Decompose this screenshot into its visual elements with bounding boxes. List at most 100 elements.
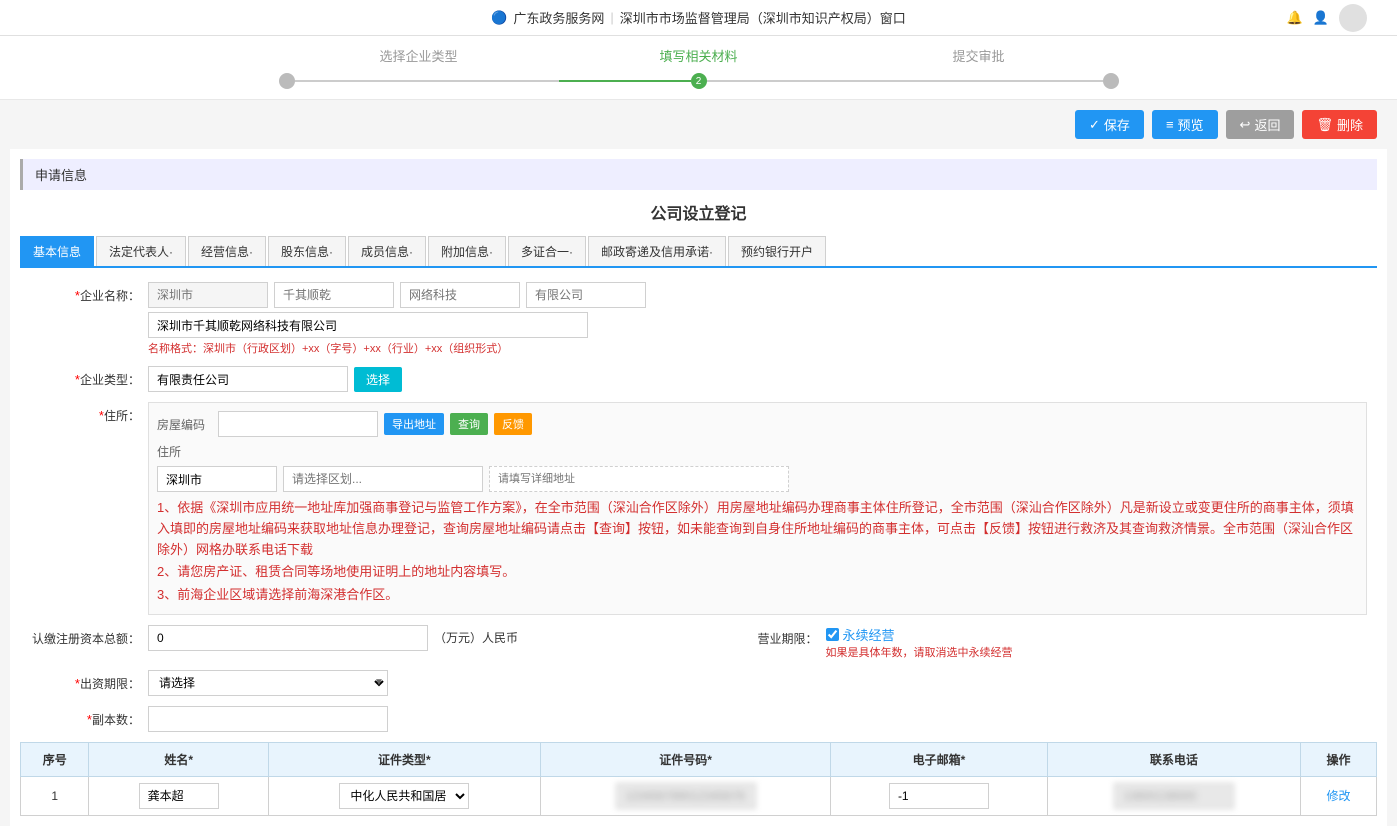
step-2-line-left: [559, 80, 691, 82]
detail-addr-input[interactable]: [489, 466, 789, 492]
row-email: [831, 776, 1047, 815]
tabs-bar: 基本信息 法定代表人· 经营信息· 股东信息· 成员信息· 附加信息· 多证合一…: [20, 236, 1377, 268]
step-1-dot: [279, 73, 295, 89]
company-type-input-row: 选择: [148, 366, 1367, 392]
row-id-type-select[interactable]: 中化人民共和国居民: [339, 783, 469, 809]
user-icon[interactable]: 👤: [1313, 10, 1329, 26]
full-name-input[interactable]: [148, 312, 588, 338]
company-name-label: *企业名称：: [30, 282, 140, 304]
toolbar: ✓ 保存 ≡ 预览 ↩ 返回 🗑 删除: [0, 100, 1397, 149]
preview-icon: ≡: [1166, 117, 1174, 132]
city-district-row: [157, 466, 1358, 492]
permanent-check-label[interactable]: 永续经营: [826, 625, 895, 644]
house-code-row: 房屋编码 导出地址 查询 反馈: [157, 411, 1358, 437]
tab-shareholders[interactable]: 股东信息·: [268, 236, 346, 266]
tab-bank[interactable]: 预约银行开户: [728, 236, 826, 266]
notice-2: 2、请您房产证、租赁合同等场地使用证明上的地址内容填写。: [157, 562, 1358, 583]
tab-additional[interactable]: 附加信息·: [428, 236, 506, 266]
industry-input[interactable]: [400, 282, 520, 308]
address-content: 房屋编码 导出地址 查询 反馈 住所 1、依: [148, 402, 1367, 615]
header-subtitle: 深圳市市场监督管理局（深圳市知识产权局）窗口: [620, 8, 906, 27]
delete-button[interactable]: 🗑 删除: [1302, 110, 1377, 139]
copies-row: *副本数：: [30, 706, 1367, 732]
col-email: 电子邮箱*: [831, 742, 1047, 776]
notice-1: 1、依据《深圳市应用统一地址库加强商事登记与监管工作方案》，在全市范围（深汕合作…: [157, 498, 1358, 560]
step-1-label: 选择企业类型: [379, 46, 457, 65]
row-email-input[interactable]: [889, 783, 989, 809]
tab-business-info[interactable]: 经营信息·: [188, 236, 266, 266]
company-type-input[interactable]: [148, 366, 348, 392]
step-1: 选择企业类型: [279, 46, 559, 89]
city-input[interactable]: [148, 282, 268, 308]
company-name-content: 名称格式：深圳市（行政区划）+xx（字号）+xx（行业）+xx（组织形式）: [148, 282, 1367, 356]
form-area: *企业名称： 名称格式：深圳市（行政区划）+xx（字号）+xx（行业）+xx（组…: [20, 282, 1377, 732]
period-hint: 如果是具体年数，请取消选中永续经营: [826, 644, 1368, 660]
query-btn[interactable]: 查询: [450, 413, 488, 435]
site-name: 广东政务服务网: [513, 8, 604, 27]
header-icons: 🔔 👤: [1287, 4, 1367, 32]
step-2-line-right: [707, 80, 839, 82]
delete-icon: 🗑: [1316, 117, 1333, 133]
capital-period-row: 认缴注册资本总额： （万元）人民币 营业期限： 永续经营 如果是具体年数，请取消…: [30, 625, 1367, 660]
prefix-input[interactable]: [274, 282, 394, 308]
bell-icon[interactable]: 🔔: [1287, 10, 1303, 26]
house-code-label: 房屋编码: [157, 416, 212, 433]
edit-row-button[interactable]: 修改: [1327, 787, 1351, 804]
section-title: 申请信息: [35, 168, 87, 183]
address-area: 房屋编码 导出地址 查询 反馈 住所 1、依: [148, 402, 1367, 615]
header-title: 🔵 广东政务服务网 | 深圳市市场监督管理局（深圳市知识产权局）窗口: [491, 8, 906, 27]
org-form-input[interactable]: [526, 282, 646, 308]
logo-icon: 🔵: [491, 10, 507, 26]
col-id-type: 证件类型*: [268, 742, 540, 776]
capital-input[interactable]: [148, 625, 428, 651]
permanent-checkbox[interactable]: [826, 628, 839, 641]
address-label: *住所：: [30, 402, 140, 424]
residence-label: 住所: [157, 443, 212, 460]
preview-button[interactable]: ≡ 预览: [1152, 110, 1218, 139]
save-button[interactable]: ✓ 保存: [1075, 110, 1144, 139]
business-period-label: 营业期限：: [698, 625, 818, 647]
district-select[interactable]: [283, 466, 483, 492]
row-name: [89, 776, 268, 815]
copies-input[interactable]: [148, 706, 388, 732]
contribution-input-row: 请选择 ▼: [148, 670, 1367, 696]
city-addr-input[interactable]: [157, 466, 277, 492]
col-index: 序号: [21, 742, 89, 776]
row-id-type: 中化人民共和国居民: [268, 776, 540, 815]
contribution-select[interactable]: 请选择: [148, 670, 388, 696]
tab-multi-cert[interactable]: 多证合一·: [508, 236, 586, 266]
copies-content: [148, 706, 1367, 732]
step-1-line: [295, 80, 559, 82]
contribution-label: *出资期限：: [30, 670, 140, 692]
export-address-btn[interactable]: 导出地址: [384, 413, 444, 435]
feedback-btn[interactable]: 反馈: [494, 413, 532, 435]
return-button[interactable]: ↩ 返回: [1226, 110, 1295, 139]
permanent-label: 永续经营: [843, 625, 895, 644]
return-icon: ↩: [1240, 117, 1251, 133]
step-2-label: 填写相关材料: [659, 46, 737, 65]
house-code-input[interactable]: [218, 411, 378, 437]
row-action: 修改: [1301, 776, 1377, 815]
select-type-button[interactable]: 选择: [354, 367, 402, 392]
row-name-input[interactable]: [139, 783, 219, 809]
row-id-number: [540, 776, 830, 815]
row-index: 1: [21, 776, 89, 815]
address-row: *住所： 房屋编码 导出地址 查询 反馈 住所: [30, 402, 1367, 615]
step-3-line: [839, 80, 1103, 82]
company-name-row: *企业名称： 名称格式：深圳市（行政区划）+xx（字号）+xx（行业）+xx（组…: [30, 282, 1367, 356]
tab-basic-info[interactable]: 基本信息: [20, 236, 94, 266]
save-icon: ✓: [1089, 117, 1100, 133]
row-phone-input[interactable]: [1114, 783, 1234, 809]
tab-postal-credit[interactable]: 邮政寄递及信用承诺·: [588, 236, 726, 266]
capital-unit: （万元）人民币: [434, 629, 518, 646]
row-id-number-input[interactable]: [616, 783, 756, 809]
capital-content: （万元）人民币: [148, 625, 690, 651]
col-phone: 联系电话: [1047, 742, 1300, 776]
header-divider: |: [610, 10, 613, 25]
tab-members[interactable]: 成员信息·: [348, 236, 426, 266]
col-action: 操作: [1301, 742, 1377, 776]
business-period-content: 永续经营 如果是具体年数，请取消选中永续经营: [826, 625, 1368, 660]
tab-legal-rep[interactable]: 法定代表人·: [96, 236, 186, 266]
copies-label: *副本数：: [30, 706, 140, 728]
step-2-dot: 2: [691, 73, 707, 89]
